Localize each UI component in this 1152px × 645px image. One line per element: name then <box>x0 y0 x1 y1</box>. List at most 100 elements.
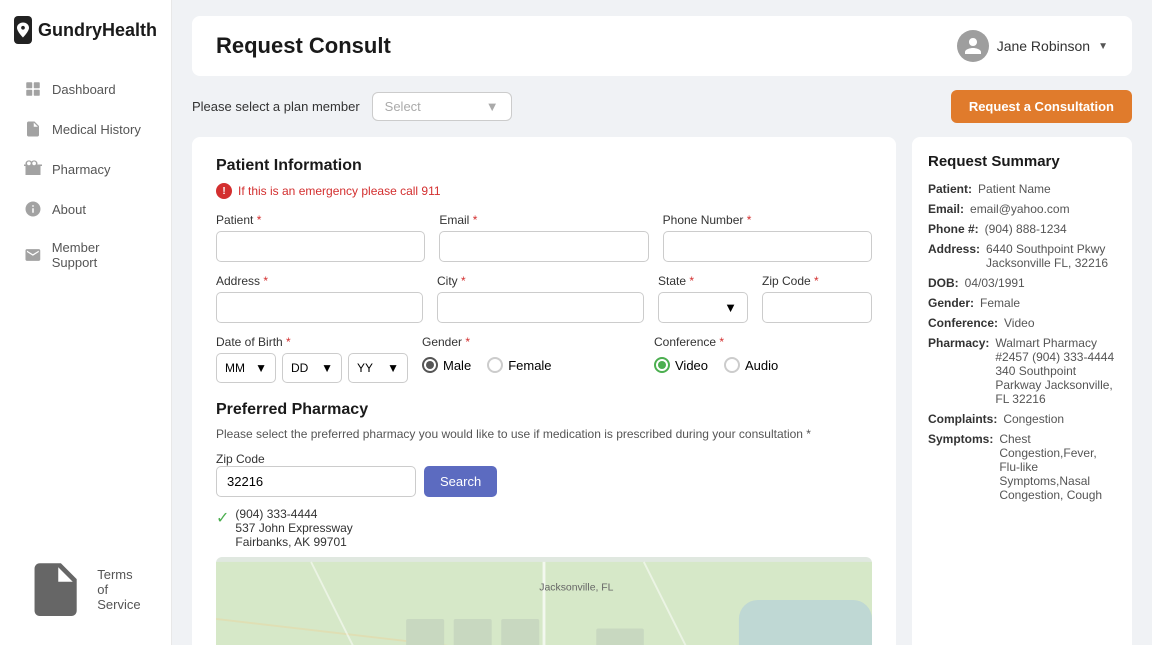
summary-email-val: email@yahoo.com <box>970 202 1070 216</box>
summary-gender-val: Female <box>980 296 1020 310</box>
sidebar-item-medical-history[interactable]: Medical History <box>8 110 163 148</box>
pharmacy-zip-input[interactable] <box>216 466 416 497</box>
summary-address-val: 6440 Southpoint Pkwy Jacksonville FL, 32… <box>986 242 1116 270</box>
svg-text:Jacksonville, FL: Jacksonville, FL <box>539 582 613 593</box>
pharmacy-result-city: Fairbanks, AK 99701 <box>235 535 352 549</box>
plan-select-dropdown[interactable]: Select ▼ <box>372 92 512 121</box>
summary-phone-key: Phone #: <box>928 222 979 236</box>
patient-input[interactable] <box>216 231 425 262</box>
gender-radio-group: Male Female <box>422 357 640 373</box>
summary-symptoms: Symptoms: Chest Congestion,Fever, Flu-li… <box>928 432 1116 502</box>
email-label: Email * <box>439 213 648 227</box>
form-row-3: Date of Birth * MM▼ DD▼ YY▼ Ge <box>216 335 872 383</box>
gender-female-option[interactable]: Female <box>487 357 551 373</box>
zip-code-label: Zip Code * <box>762 274 872 288</box>
pharmacy-zip-row: Search <box>216 466 872 497</box>
sidebar-item-pharmacy[interactable]: Pharmacy <box>8 150 163 188</box>
summary-patient-key: Patient: <box>928 182 972 196</box>
form-row-1: Patient * Email * Phone Number * <box>216 213 872 262</box>
summary-dob-key: DOB: <box>928 276 959 290</box>
plan-select-chevron: ▼ <box>486 99 499 114</box>
gender-field-group: Gender * Male Female <box>422 335 640 383</box>
main-nav: Dashboard Medical History Pharmacy About… <box>0 64 171 538</box>
summary-gender: Gender: Female <box>928 296 1116 310</box>
form-panel: Patient Information ! If this is an emer… <box>192 137 896 645</box>
avatar <box>957 30 989 62</box>
emergency-notice: ! If this is an emergency please call 91… <box>216 183 872 199</box>
patient-field-group: Patient * <box>216 213 425 262</box>
phone-input[interactable] <box>663 231 872 262</box>
conference-audio-option[interactable]: Audio <box>724 357 778 373</box>
plan-select-placeholder: Select <box>385 99 421 114</box>
summary-phone-val: (904) 888-1234 <box>985 222 1067 236</box>
dob-row: MM▼ DD▼ YY▼ <box>216 353 408 383</box>
conference-field-group: Conference * Video Audio <box>654 335 872 383</box>
pharmacy-search-button[interactable]: Search <box>424 466 497 497</box>
dob-label: Date of Birth * <box>216 335 408 349</box>
address-input[interactable] <box>216 292 423 323</box>
pharmacy-result-phone: (904) 333-4444 <box>235 507 352 521</box>
conference-label: Conference * <box>654 335 872 349</box>
sidebar-item-about[interactable]: About <box>8 190 163 228</box>
summary-phone: Phone #: (904) 888-1234 <box>928 222 1116 236</box>
plan-left: Please select a plan member Select ▼ <box>192 92 512 121</box>
gender-label: Gender * <box>422 335 640 349</box>
emergency-icon: ! <box>216 183 232 199</box>
pharmacy-check-icon: ✓ <box>216 508 229 528</box>
summary-address: Address: 6440 Southpoint Pkwy Jacksonvil… <box>928 242 1116 270</box>
state-label: State * <box>658 274 748 288</box>
summary-complaints-key: Complaints: <box>928 412 997 426</box>
summary-symptoms-val: Chest Congestion,Fever, Flu-like Symptom… <box>999 432 1116 502</box>
pharmacy-zip-label: Zip Code <box>216 452 265 466</box>
summary-address-key: Address: <box>928 242 980 270</box>
user-menu[interactable]: Jane Robinson ▼ <box>957 30 1108 62</box>
zip-field-group: Zip Code * <box>762 274 872 323</box>
summary-title: Request Summary <box>928 153 1116 170</box>
email-input[interactable] <box>439 231 648 262</box>
city-input[interactable] <box>437 292 644 323</box>
sidebar-item-terms[interactable]: Terms of Service <box>8 548 163 631</box>
pharmacy-result-details: (904) 333-4444 537 John Expressway Fairb… <box>235 507 352 549</box>
pharmacy-result: ✓ (904) 333-4444 537 John Expressway Fai… <box>216 507 872 549</box>
sidebar-item-member-support[interactable]: Member Support <box>8 230 163 280</box>
zip-input[interactable] <box>762 292 872 323</box>
plan-label: Please select a plan member <box>192 99 360 114</box>
preferred-pharmacy-section: Preferred Pharmacy Please select the pre… <box>216 401 872 645</box>
dob-field-group: Date of Birth * MM▼ DD▼ YY▼ <box>216 335 408 383</box>
request-consultation-button[interactable]: Request a Consultation <box>951 90 1132 123</box>
logo-area: GundryHealth <box>0 0 171 64</box>
page-title: Request Consult <box>216 33 391 59</box>
app-logo: GundryHealth <box>14 16 157 44</box>
summary-gender-key: Gender: <box>928 296 974 310</box>
summary-conference-val: Video <box>1004 316 1034 330</box>
dob-yy-select[interactable]: YY▼ <box>348 353 408 383</box>
summary-complaints-val: Congestion <box>1003 412 1064 426</box>
conference-audio-radio[interactable] <box>724 357 740 373</box>
conference-video-option[interactable]: Video <box>654 357 708 373</box>
user-name: Jane Robinson <box>997 38 1090 54</box>
chevron-down-icon: ▼ <box>1098 41 1108 52</box>
state-select[interactable]: ▼ <box>658 292 748 323</box>
gender-male-radio[interactable] <box>422 357 438 373</box>
dob-mm-select[interactable]: MM▼ <box>216 353 276 383</box>
dob-dd-select[interactable]: DD▼ <box>282 353 342 383</box>
email-field-group: Email * <box>439 213 648 262</box>
plan-selector-row: Please select a plan member Select ▼ Req… <box>192 90 1132 123</box>
summary-pharmacy-key: Pharmacy: <box>928 336 989 406</box>
gender-male-option[interactable]: Male <box>422 357 471 373</box>
header-bar: Request Consult Jane Robinson ▼ <box>192 16 1132 76</box>
city-label: City * <box>437 274 644 288</box>
summary-patient-val: Patient Name <box>978 182 1051 196</box>
pharmacy-description: Please select the preferred pharmacy you… <box>216 427 872 441</box>
summary-pharmacy: Pharmacy: Walmart Pharmacy #2457 (904) 3… <box>928 336 1116 406</box>
patient-info-title: Patient Information <box>216 157 872 175</box>
summary-dob: DOB: 04/03/1991 <box>928 276 1116 290</box>
sidebar-item-dashboard[interactable]: Dashboard <box>8 70 163 108</box>
conference-video-radio[interactable] <box>654 357 670 373</box>
gender-female-radio[interactable] <box>487 357 503 373</box>
summary-email: Email: email@yahoo.com <box>928 202 1116 216</box>
summary-dob-val: 04/03/1991 <box>965 276 1025 290</box>
address-field-group: Address * <box>216 274 423 323</box>
pharmacy-map: Jacksonville, FL Neptune Beach, FL 32266 <box>216 557 872 645</box>
conference-radio-group: Video Audio <box>654 357 872 373</box>
